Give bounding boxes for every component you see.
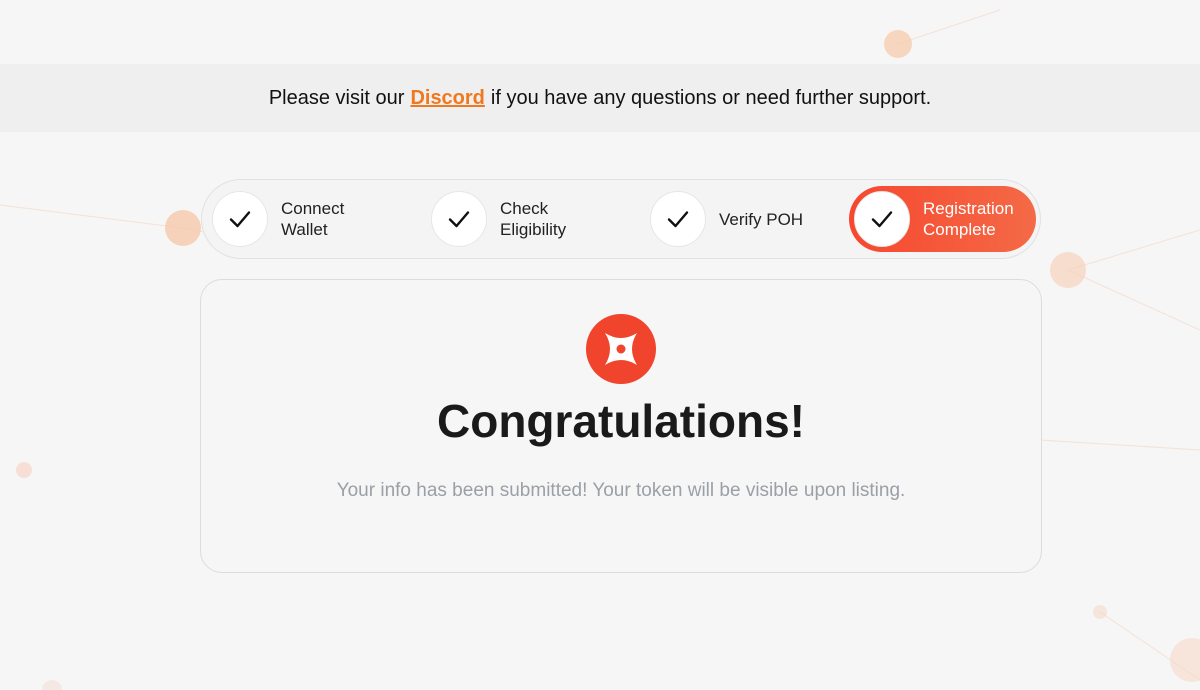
checkmark-icon [448, 211, 470, 228]
step-registration-complete: Registration Complete [849, 186, 1036, 252]
checkmark-icon [229, 211, 251, 228]
support-banner: Please visit our Discord if you have any… [0, 64, 1200, 132]
step-label: Check Eligibility [500, 199, 567, 239]
step-label: Verify POH [719, 209, 804, 229]
step-check-circle [650, 191, 706, 247]
step-label: Registration Complete [923, 199, 1014, 239]
discord-link[interactable]: Discord [410, 87, 484, 110]
step-check-eligibility: Check Eligibility [431, 186, 566, 252]
checkmark-icon [667, 211, 689, 228]
sparkle-logo-icon [605, 333, 637, 365]
checkmark-icon [871, 211, 893, 228]
step-verify-poh: Verify POH [650, 186, 803, 252]
registration-stepper: Connect Wallet Check Eligibility Verify … [201, 179, 1041, 259]
step-check-circle [212, 191, 268, 247]
step-check-circle [431, 191, 487, 247]
brand-logo-icon [586, 314, 656, 384]
congratulations-title: Congratulations! [437, 395, 805, 447]
banner-suffix-text: if you have any questions or need furthe… [490, 86, 932, 109]
step-label: Connect Wallet [281, 199, 345, 239]
submission-message: Your info has been submitted! Your token… [336, 480, 906, 501]
step-connect-wallet: Connect Wallet [212, 186, 344, 252]
banner-prefix-text: Please visit our [268, 86, 405, 109]
success-card: Congratulations! Your info has been subm… [200, 279, 1042, 573]
step-check-circle [854, 191, 910, 247]
